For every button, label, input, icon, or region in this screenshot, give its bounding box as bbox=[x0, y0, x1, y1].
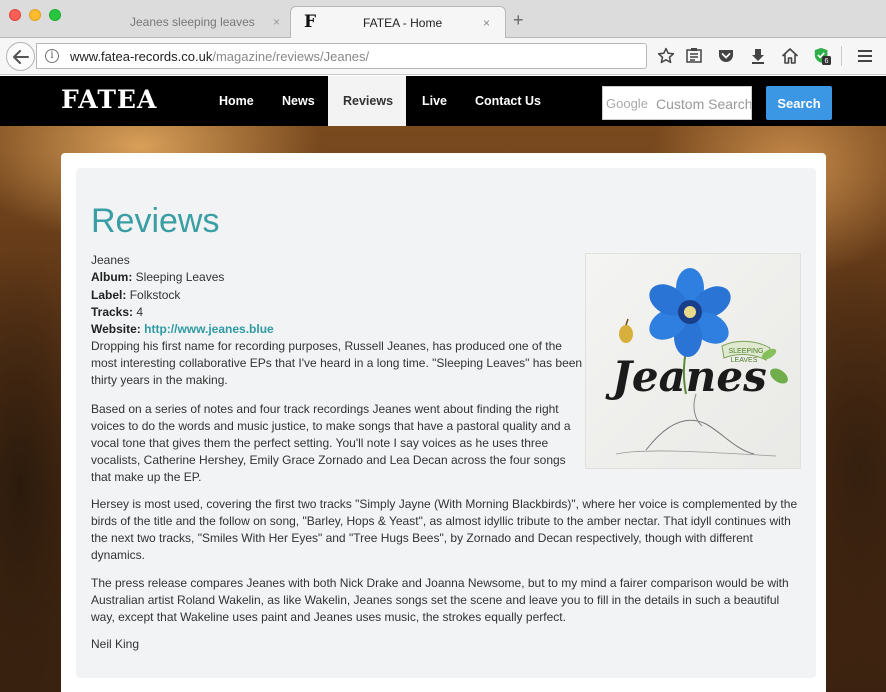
cover-title: Jeanes bbox=[605, 352, 767, 401]
review-album: Album: Sleeping Leaves bbox=[91, 270, 225, 284]
nav-reviews[interactable]: Reviews bbox=[328, 76, 406, 126]
addon-badge: 6 bbox=[825, 56, 829, 65]
back-button[interactable] bbox=[6, 42, 35, 71]
nav-news[interactable]: News bbox=[282, 76, 315, 126]
nav-home[interactable]: Home bbox=[219, 76, 254, 126]
review-artist: Jeanes bbox=[91, 253, 130, 267]
custom-search-input[interactable] bbox=[656, 93, 751, 115]
fatea-logo[interactable]: FATEA bbox=[61, 85, 157, 114]
download-icon[interactable] bbox=[749, 47, 767, 65]
new-tab-button[interactable]: + bbox=[513, 10, 524, 31]
custom-search-box[interactable]: Google bbox=[602, 86, 752, 120]
review-paragraph-2: Based on a series of notes and four trac… bbox=[91, 402, 571, 484]
tab-close-icon[interactable]: × bbox=[273, 15, 280, 29]
tab-jeanes-sleeping-leaves[interactable]: Jeanes sleeping leaves × bbox=[80, 6, 292, 38]
review-paragraph-4: The press release compares Jeanes with b… bbox=[91, 576, 789, 624]
url-bar[interactable]: i www.fatea-records.co.uk/magazine/revie… bbox=[36, 43, 647, 69]
nav-contact-us[interactable]: Contact Us bbox=[475, 76, 541, 126]
review-label: Label: Folkstock bbox=[91, 288, 181, 302]
browser-titlebar: Jeanes sleeping leaves × F FATEA - Home … bbox=[0, 0, 886, 38]
album-cover-image: SLEEPING LEAVES Jeanes bbox=[585, 253, 801, 469]
album-cover-illustration: SLEEPING LEAVES Jeanes bbox=[605, 268, 788, 457]
pocket-icon[interactable] bbox=[717, 47, 735, 65]
home-icon[interactable] bbox=[781, 47, 799, 65]
star-icon[interactable] bbox=[657, 47, 675, 65]
url-text: www.fatea-records.co.uk/magazine/reviews… bbox=[70, 49, 370, 64]
window-minimize-button[interactable] bbox=[29, 9, 41, 21]
tab-fatea-home[interactable]: F FATEA - Home × bbox=[290, 6, 506, 38]
hamburger-menu-icon[interactable] bbox=[856, 47, 874, 65]
window-close-button[interactable] bbox=[9, 9, 21, 21]
fatea-favicon-icon: F bbox=[304, 12, 317, 32]
tab-title: Jeanes sleeping leaves bbox=[130, 15, 255, 29]
review-paragraph-1: Dropping his first name for recording pu… bbox=[91, 339, 583, 387]
search-button[interactable]: Search bbox=[766, 86, 832, 120]
browser-navbar: i www.fatea-records.co.uk/magazine/revie… bbox=[0, 38, 886, 75]
info-icon[interactable]: i bbox=[45, 49, 59, 63]
tab-close-icon[interactable]: × bbox=[483, 16, 490, 30]
nav-live[interactable]: Live bbox=[422, 76, 447, 126]
toolbar-divider bbox=[841, 46, 842, 66]
review-paragraph-3: Hersey is most used, covering the first … bbox=[91, 497, 798, 562]
website-link[interactable]: http://www.jeanes.blue bbox=[144, 322, 274, 336]
tab-title: FATEA - Home bbox=[363, 15, 443, 30]
back-arrow-icon bbox=[12, 49, 29, 64]
reader-list-icon[interactable] bbox=[685, 47, 703, 65]
page-title: Reviews bbox=[91, 202, 220, 240]
review-tracks: Tracks: 4 bbox=[91, 305, 144, 319]
shield-addon-icon[interactable]: 6 bbox=[813, 47, 831, 65]
review-author: Neil King bbox=[91, 637, 140, 651]
site-header: FATEA Home News Reviews Live Contact Us … bbox=[0, 76, 886, 126]
review-website: Website: http://www.jeanes.blue bbox=[91, 322, 274, 336]
window-zoom-button[interactable] bbox=[49, 9, 61, 21]
google-brand-label: Google bbox=[606, 96, 648, 111]
